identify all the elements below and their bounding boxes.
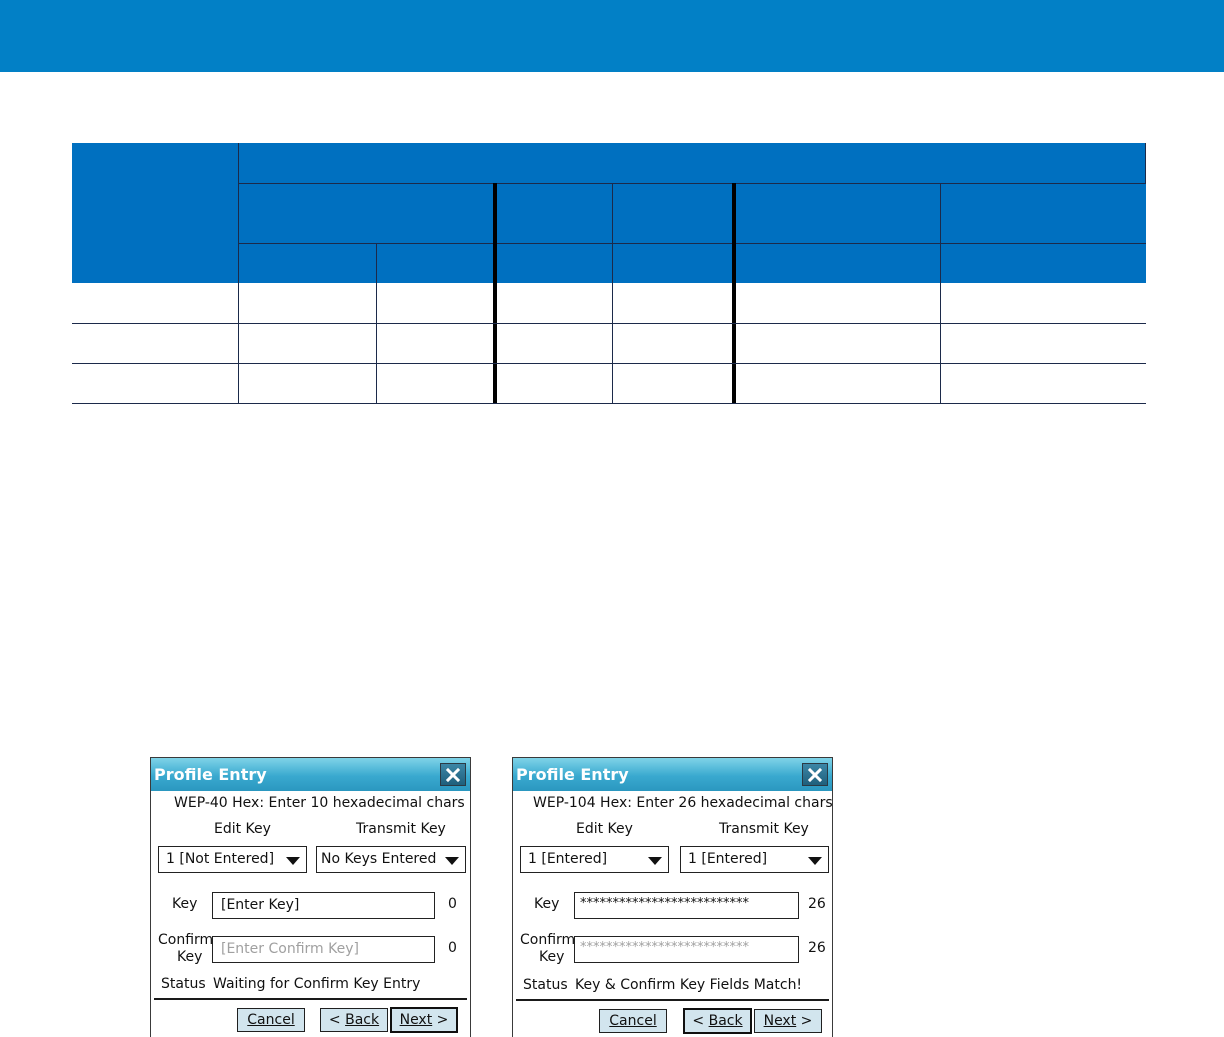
encryption-table	[72, 143, 1146, 404]
confirm-key-label-line1: Confirm	[520, 932, 576, 948]
transmit-key-value: No Keys Entered	[321, 851, 437, 867]
table-row	[72, 323, 1146, 363]
confirm-key-char-count: 0	[448, 940, 457, 956]
table-row	[72, 283, 1146, 323]
key-char-count: 26	[808, 896, 826, 912]
chevron-down-icon	[286, 857, 300, 865]
profile-entry-dialog-wep40: Profile Entry WEP-40 Hex: Enter 10 hexad…	[150, 757, 471, 1037]
chevron-down-icon	[445, 857, 459, 865]
confirm-key-label-line2: Key	[539, 949, 565, 965]
dialog-title: Profile Entry	[154, 765, 267, 784]
next-button[interactable]: Next >	[390, 1007, 458, 1033]
title-bar: Profile Entry	[151, 758, 470, 791]
confirm-key-input-value: **************************	[580, 940, 749, 955]
close-button[interactable]	[802, 763, 828, 786]
close-icon	[446, 767, 460, 782]
top-banner	[0, 0, 1224, 72]
key-input[interactable]: **************************	[574, 892, 799, 919]
instruction-text: WEP-104 Hex: Enter 26 hexadecimal chars	[533, 795, 833, 811]
back-button[interactable]: < Back	[320, 1008, 388, 1032]
transmit-key-value: 1 [Entered]	[688, 851, 768, 867]
table-row	[72, 363, 1146, 403]
edit-key-value: 1 [Not Entered]	[166, 851, 275, 867]
key-char-count: 0	[448, 896, 457, 912]
confirm-key-char-count: 26	[808, 940, 826, 956]
edit-key-dropdown[interactable]: 1 [Entered]	[520, 846, 669, 873]
transmit-key-label: Transmit Key	[719, 821, 809, 837]
divider	[154, 998, 467, 1000]
status-label: Status	[523, 977, 568, 993]
key-label: Key	[534, 896, 560, 912]
transmit-key-dropdown[interactable]: No Keys Entered	[316, 846, 466, 873]
profile-entry-dialog-wep104: Profile Entry WEP-104 Hex: Enter 26 hexa…	[512, 757, 833, 1037]
confirm-key-input-value: [Enter Confirm Key]	[221, 941, 359, 957]
edit-key-value: 1 [Entered]	[528, 851, 608, 867]
chevron-down-icon	[648, 857, 662, 865]
cancel-button[interactable]: Cancel	[599, 1009, 667, 1033]
close-icon	[808, 767, 822, 782]
instruction-text: WEP-40 Hex: Enter 10 hexadecimal chars	[174, 795, 465, 811]
edit-key-label: Edit Key	[576, 821, 633, 837]
key-input-value: **************************	[580, 896, 749, 911]
transmit-key-dropdown[interactable]: 1 [Entered]	[680, 846, 829, 873]
confirm-key-label-line2: Key	[177, 949, 203, 965]
title-bar: Profile Entry	[513, 758, 832, 791]
dialog-title: Profile Entry	[516, 765, 629, 784]
divider	[516, 999, 829, 1001]
close-button[interactable]	[440, 763, 466, 786]
confirm-key-input[interactable]: [Enter Confirm Key]	[212, 936, 435, 963]
confirm-key-input[interactable]: **************************	[574, 936, 799, 963]
table-header-group-cell	[238, 143, 1146, 283]
key-label: Key	[172, 896, 198, 912]
status-value: Key & Confirm Key Fields Match!	[575, 977, 803, 993]
back-button[interactable]: < Back	[683, 1008, 752, 1034]
status-value: Waiting for Confirm Key Entry	[213, 976, 421, 992]
transmit-key-label: Transmit Key	[356, 821, 446, 837]
edit-key-dropdown[interactable]: 1 [Not Entered]	[158, 846, 307, 873]
chevron-down-icon	[808, 857, 822, 865]
key-input[interactable]: [Enter Key]	[212, 892, 435, 919]
table-header-corner-cell	[72, 143, 238, 283]
confirm-key-label-line1: Confirm	[158, 932, 214, 948]
status-label: Status	[161, 976, 206, 992]
cancel-button[interactable]: Cancel	[237, 1008, 305, 1032]
edit-key-label: Edit Key	[214, 821, 271, 837]
next-button[interactable]: Next >	[754, 1009, 822, 1033]
key-input-value: [Enter Key]	[221, 897, 300, 913]
